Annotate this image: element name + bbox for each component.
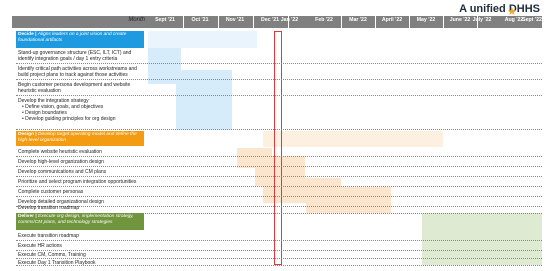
task-label: Identify critical path activities across… (18, 66, 137, 78)
task-label: Develop the integration strategy • Defin… (18, 98, 146, 122)
task-label: Complete customer personas (18, 189, 84, 195)
phase-label: Design | (18, 132, 37, 137)
month-header: Nov '21 (225, 17, 245, 23)
task-label: Prioritize and select program integratio… (18, 179, 137, 185)
month-header: April '22 (381, 17, 403, 23)
month-header: May '22 (416, 17, 436, 23)
month-label: Month (128, 17, 145, 23)
month-header: July '22 (472, 17, 492, 23)
task-label: Develop high-level organization design (18, 159, 104, 165)
task-label: Execute Day 1 Transition Playbook (18, 260, 96, 266)
task-label: Stand-up governance structure (ESC, ILT,… (18, 50, 132, 62)
month-header: Oct '21 (191, 17, 209, 23)
phase-header-design: Design | Develop target operating model … (16, 131, 144, 146)
task-label: Develop transition roadmap (18, 205, 80, 211)
design-phase-bar (263, 131, 443, 147)
task-label: Begin customer persona development and w… (18, 82, 131, 94)
page-title: A unified DHHS (459, 3, 540, 15)
bullet-text: Develop guiding principles for org desig… (25, 116, 116, 122)
phase-label: Decide | (18, 32, 37, 37)
phase-header-decide: Decide | Aligns leaders on a joint visio… (16, 31, 144, 48)
phase-header-deliver: Deliver | Execute org design, implementa… (16, 213, 144, 230)
month-header: Feb '22 (315, 17, 333, 23)
month-header: Mar '22 (349, 17, 367, 23)
bullet-item: • Develop guiding principles for org des… (22, 116, 116, 122)
decide-phase-bar (148, 31, 257, 48)
task-label: Execute transition roadmap (18, 233, 79, 239)
month-header: Sept '21 (155, 17, 175, 23)
task-label: Complete website heuristic evaluation (18, 149, 102, 155)
task-label: Execute CM, Comms, Training (18, 252, 86, 258)
task-label: Execute HR actions (18, 243, 62, 249)
phase-label: Deliver | (18, 214, 37, 219)
month-header: Sept '22 (522, 17, 542, 23)
month-header: Jan '22 (280, 17, 299, 23)
task-label: Develop communications and CM plans (18, 169, 107, 175)
